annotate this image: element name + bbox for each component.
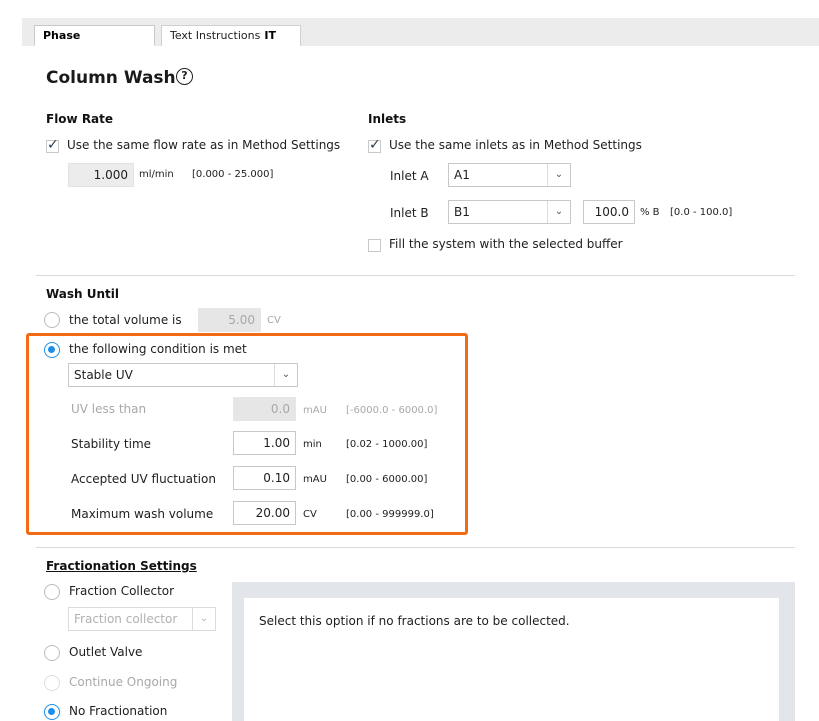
section-divider xyxy=(36,547,795,548)
total-volume-radio[interactable] xyxy=(44,312,60,328)
inlet-a-label: Inlet A xyxy=(390,169,429,183)
flow-rate-header: Flow Rate xyxy=(46,112,114,126)
text-badge: IT xyxy=(264,29,276,42)
chevron-down-icon: ⌄ xyxy=(547,164,570,186)
inlets-header: Inlets xyxy=(368,112,407,126)
inlets-checkbox-label: Use the same inlets as in Method Setting… xyxy=(389,138,642,152)
flow-rate-checkbox-label: Use the same flow rate as in Method Sett… xyxy=(67,138,341,152)
fractionation-header: Fractionation Settings xyxy=(46,559,197,573)
help-icon[interactable]: ? xyxy=(176,68,193,85)
continue-ongoing-label: Continue Ongoing xyxy=(69,675,178,689)
flow-rate-field[interactable]: 1.000 xyxy=(68,163,134,187)
highlight-box xyxy=(26,333,468,535)
outlet-valve-label: Outlet Valve xyxy=(69,645,143,659)
percent-b-field[interactable]: 100.0 xyxy=(583,200,635,224)
page-title: Column Wash xyxy=(46,68,176,88)
continue-ongoing-radio xyxy=(44,675,60,691)
inlet-b-value: B1 xyxy=(454,205,470,219)
inlets-checkbox[interactable] xyxy=(368,137,381,153)
chevron-down-icon: ⌄ xyxy=(547,201,570,223)
tab-label: Text Instructions xyxy=(170,29,261,42)
inlet-a-select[interactable]: A1 ⌄ xyxy=(448,163,571,187)
tab-phase-properties[interactable]: Phase Properties xyxy=(34,25,155,62)
fill-system-checkbox[interactable] xyxy=(368,239,381,252)
fill-system-label: Fill the system with the selected buffer xyxy=(389,237,623,251)
fraction-collector-select: Fraction collector ⌄ xyxy=(68,607,216,631)
percent-b-range: [0.0 - 100.0] xyxy=(670,207,733,218)
total-volume-field: 5.00 xyxy=(198,308,261,332)
inlet-b-label: Inlet B xyxy=(390,206,429,220)
fraction-collector-select-value: Fraction collector xyxy=(74,612,178,626)
top-strip xyxy=(0,0,819,18)
tab-text-instructions[interactable]: Text Instructions IT xyxy=(161,25,301,46)
fraction-collector-radio[interactable] xyxy=(44,584,60,600)
fractionation-description: Select this option if no fractions are t… xyxy=(259,614,570,628)
no-fractionation-label: No Fractionation xyxy=(69,704,168,718)
total-volume-unit: CV xyxy=(267,315,281,326)
flow-rate-unit: ml/min xyxy=(139,169,174,180)
section-divider xyxy=(36,275,795,276)
inlet-a-value: A1 xyxy=(454,168,470,182)
flow-rate-range: [0.000 - 25.000] xyxy=(192,169,274,180)
no-fractionation-radio[interactable] xyxy=(44,704,60,720)
percent-b-unit: % B xyxy=(640,207,660,218)
wash-until-header: Wash Until xyxy=(46,287,120,301)
total-volume-label: the total volume is xyxy=(69,313,182,327)
fraction-collector-label: Fraction Collector xyxy=(69,584,175,598)
inlet-b-select[interactable]: B1 ⌄ xyxy=(448,200,571,224)
outlet-valve-radio[interactable] xyxy=(44,645,60,661)
chevron-down-icon: ⌄ xyxy=(192,608,215,630)
flow-rate-checkbox[interactable] xyxy=(46,137,59,153)
